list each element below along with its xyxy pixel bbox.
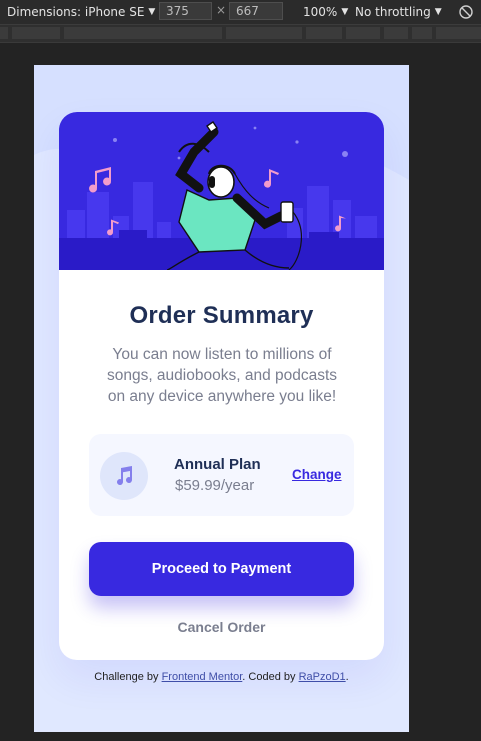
card-title: Order Summary: [129, 302, 314, 329]
chevron-down-icon: ▼: [341, 7, 349, 17]
devtools-toolbar: Dimensions: iPhone SE ▼ 375 × 667 100% ▼…: [0, 0, 481, 25]
width-input[interactable]: 375: [159, 2, 212, 20]
hero-illustration: [59, 112, 384, 270]
author-link[interactable]: RaPzoD1: [299, 671, 346, 683]
throttling-dropdown[interactable]: No throttling ▼: [355, 0, 442, 24]
chevron-down-icon: ▼: [148, 7, 156, 17]
attribution: Challenge by Frontend Mentor. Coded by R…: [34, 671, 409, 683]
change-plan-link[interactable]: Change: [292, 467, 342, 482]
chevron-down-icon: ▼: [434, 7, 442, 17]
height-input[interactable]: 667: [229, 2, 283, 20]
plan-icon-circle: [100, 452, 148, 500]
zoom-dropdown[interactable]: 100% ▼: [303, 0, 348, 24]
times-symbol: ×: [216, 3, 227, 17]
throttling-label: No throttling: [355, 5, 431, 19]
zoom-label: 100%: [303, 5, 338, 19]
order-summary-card: Order Summary You can now listen to mill…: [59, 112, 384, 660]
attribution-middle: . Coded by: [242, 671, 299, 683]
card-description: You can now listen to millions of songs,…: [106, 346, 338, 405]
plan-panel: Annual Plan $59.99/year Change: [89, 434, 354, 516]
attribution-suffix: .: [345, 671, 349, 683]
device-dimensions-dropdown[interactable]: Dimensions: iPhone SE ▼: [7, 0, 155, 24]
rotate-icon[interactable]: [458, 4, 474, 20]
frontend-mentor-link[interactable]: Frontend Mentor: [162, 671, 243, 683]
attribution-prefix: Challenge by: [94, 671, 162, 683]
proceed-to-payment-button[interactable]: Proceed to Payment: [89, 542, 354, 596]
plan-price: $59.99/year: [175, 477, 255, 494]
cancel-order-button[interactable]: Cancel Order: [59, 619, 384, 635]
device-viewport: Order Summary You can now listen to mill…: [34, 65, 409, 732]
media-query-ruler: [0, 25, 481, 43]
device-dimensions-label: Dimensions: iPhone SE: [7, 5, 145, 19]
plan-name: Annual Plan: [174, 456, 261, 473]
music-note-icon: [117, 466, 133, 486]
